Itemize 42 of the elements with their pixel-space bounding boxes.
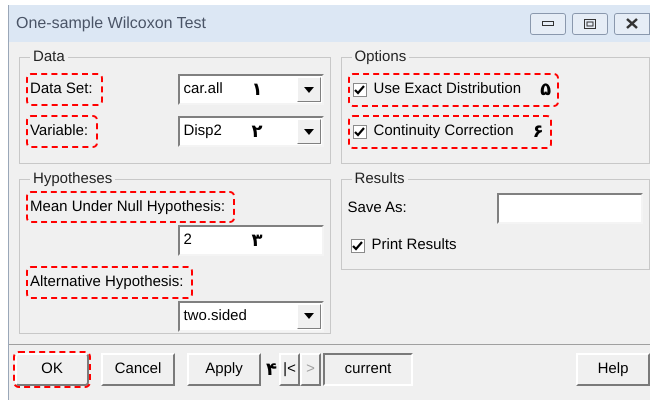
minimize-button[interactable]	[530, 12, 566, 34]
annotation-number: ۶	[532, 122, 544, 140]
help-button[interactable]: Help	[576, 353, 650, 386]
dialog-button[interactable]: Cancel	[101, 353, 175, 386]
close-icon	[625, 18, 639, 29]
dropdown-arrow-button[interactable]	[296, 119, 320, 144]
checkbox[interactable]	[350, 238, 364, 252]
annotation-number: ۱	[252, 81, 262, 99]
dropdown-arrow-button[interactable]	[296, 304, 320, 328]
caret-icon	[304, 128, 314, 134]
checkbox-label: Print Results	[372, 235, 457, 256]
nav-button[interactable]: |<	[279, 353, 300, 386]
maximize-icon	[584, 18, 596, 28]
input-field[interactable]	[497, 193, 643, 224]
group-title: Results	[354, 169, 406, 189]
dialog-button[interactable]: Apply	[187, 353, 261, 386]
group-title: Hypotheses	[32, 169, 114, 189]
maximize-button[interactable]	[572, 12, 608, 34]
checkbox-label: Continuity Correction	[374, 121, 514, 142]
annotation-number: ۵	[540, 80, 552, 98]
checkbox[interactable]	[352, 124, 366, 138]
field-label: Data Set:	[29, 79, 94, 100]
checkbox[interactable]	[352, 82, 366, 96]
dropdown-arrow-button[interactable]	[296, 77, 320, 102]
group-title: Options	[354, 47, 408, 67]
caret-icon	[304, 86, 314, 92]
group-title: Data	[32, 47, 66, 67]
close-button[interactable]	[614, 12, 650, 34]
checkbox-label: Use Exact Distribution	[374, 79, 522, 100]
minimize-icon	[542, 21, 554, 26]
field-label: Save As:	[348, 198, 407, 218]
dropdown[interactable]: two.sided	[178, 300, 324, 332]
field-label: Mean Under Null Hypothesis:	[29, 196, 226, 216]
field-label: Variable:	[29, 121, 90, 142]
annotation-number: ۲	[252, 123, 262, 141]
page-field[interactable]: current	[323, 353, 413, 386]
field-label: Alternative Hypothesis:	[29, 272, 184, 292]
window-title: One-sample Wilcoxon Test	[16, 14, 206, 34]
annotation-number: ۴	[266, 360, 277, 378]
caret-icon	[304, 313, 314, 319]
annotation-number: ۳	[252, 232, 262, 250]
dialog-button[interactable]: OK	[15, 353, 89, 386]
